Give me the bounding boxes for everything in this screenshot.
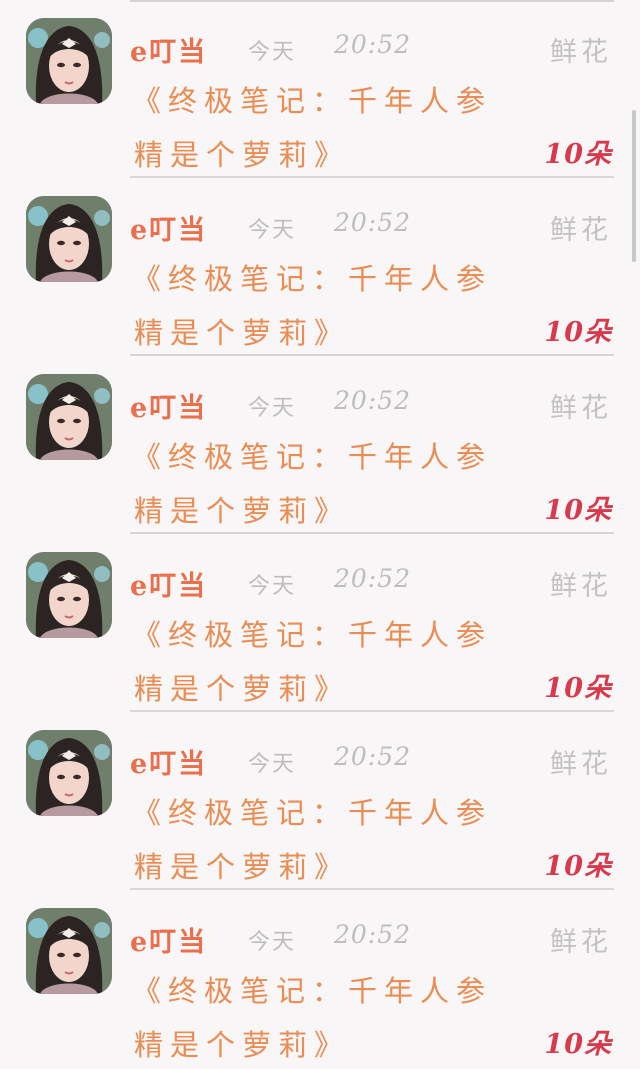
timestamp-time: 20:52 [334, 742, 412, 771]
book-title-line-2[interactable]: 精是个萝莉》 [134, 488, 350, 530]
gift-type-label: 鲜花 [550, 37, 612, 68]
gift-message-list: e叮当 今天 20:52 鲜花 《终极笔记：千年人参 精是个萝莉》 10朵 e叮… [0, 0, 640, 1068]
gift-type-label: 鲜花 [550, 927, 612, 958]
gift-count: 10朵 [544, 317, 612, 348]
book-title-line-1[interactable]: 《终极笔记：千年人参 [132, 78, 492, 120]
gift-count: 10朵 [544, 139, 612, 170]
username[interactable]: e叮当 [130, 30, 207, 69]
timestamp-day: 今天 [248, 574, 297, 599]
list-item[interactable]: e叮当 今天 20:52 鲜花 《终极笔记：千年人参 精是个萝莉》 10朵 [0, 890, 640, 1068]
book-title-line-2[interactable]: 精是个萝莉》 [134, 132, 350, 174]
gift-type-label: 鲜花 [550, 215, 612, 246]
gift-count: 10朵 [544, 673, 612, 704]
timestamp-time: 20:52 [334, 208, 412, 237]
timestamp-day: 今天 [248, 930, 297, 955]
timestamp-time: 20:52 [334, 30, 412, 59]
timestamp-time: 20:52 [334, 564, 412, 593]
gift-type-label: 鲜花 [550, 571, 612, 602]
list-item[interactable]: e叮当 今天 20:52 鲜花 《终极笔记：千年人参 精是个萝莉》 10朵 [0, 178, 640, 356]
avatar-portrait-icon[interactable] [26, 552, 112, 638]
avatar-portrait-icon[interactable] [26, 18, 112, 104]
book-title-line-1[interactable]: 《终极笔记：千年人参 [132, 256, 492, 298]
timestamp-day: 今天 [248, 396, 297, 421]
avatar-portrait-icon[interactable] [26, 196, 112, 282]
book-title-line-2[interactable]: 精是个萝莉》 [134, 310, 350, 352]
book-title-line-1[interactable]: 《终极笔记：千年人参 [132, 612, 492, 654]
book-title-line-1[interactable]: 《终极笔记：千年人参 [132, 968, 492, 1010]
timestamp-day: 今天 [248, 752, 297, 777]
gift-type-label: 鲜花 [550, 749, 612, 780]
timestamp-day: 今天 [248, 218, 297, 243]
username[interactable]: e叮当 [130, 564, 207, 603]
gift-count: 10朵 [544, 851, 612, 882]
list-item[interactable]: e叮当 今天 20:52 鲜花 《终极笔记：千年人参 精是个萝莉》 10朵 [0, 356, 640, 534]
username[interactable]: e叮当 [130, 920, 207, 959]
timestamp-day: 今天 [248, 40, 297, 65]
username[interactable]: e叮当 [130, 386, 207, 425]
list-item[interactable]: e叮当 今天 20:52 鲜花 《终极笔记：千年人参 精是个萝莉》 10朵 [0, 712, 640, 890]
gift-count: 10朵 [544, 1029, 612, 1060]
gift-count: 10朵 [544, 495, 612, 526]
avatar-portrait-icon[interactable] [26, 908, 112, 994]
username[interactable]: e叮当 [130, 742, 207, 781]
list-item[interactable]: e叮当 今天 20:52 鲜花 《终极笔记：千年人参 精是个萝莉》 10朵 [0, 0, 640, 178]
book-title-line-2[interactable]: 精是个萝莉》 [134, 666, 350, 708]
book-title-line-1[interactable]: 《终极笔记：千年人参 [132, 790, 492, 832]
timestamp-time: 20:52 [334, 386, 412, 415]
book-title-line-1[interactable]: 《终极笔记：千年人参 [132, 434, 492, 476]
gift-type-label: 鲜花 [550, 393, 612, 424]
avatar-portrait-icon[interactable] [26, 374, 112, 460]
book-title-line-2[interactable]: 精是个萝莉》 [134, 1022, 350, 1064]
book-title-line-2[interactable]: 精是个萝莉》 [134, 844, 350, 886]
username[interactable]: e叮当 [130, 208, 207, 247]
list-item[interactable]: e叮当 今天 20:52 鲜花 《终极笔记：千年人参 精是个萝莉》 10朵 [0, 534, 640, 712]
timestamp-time: 20:52 [334, 920, 412, 949]
avatar-portrait-icon[interactable] [26, 730, 112, 816]
